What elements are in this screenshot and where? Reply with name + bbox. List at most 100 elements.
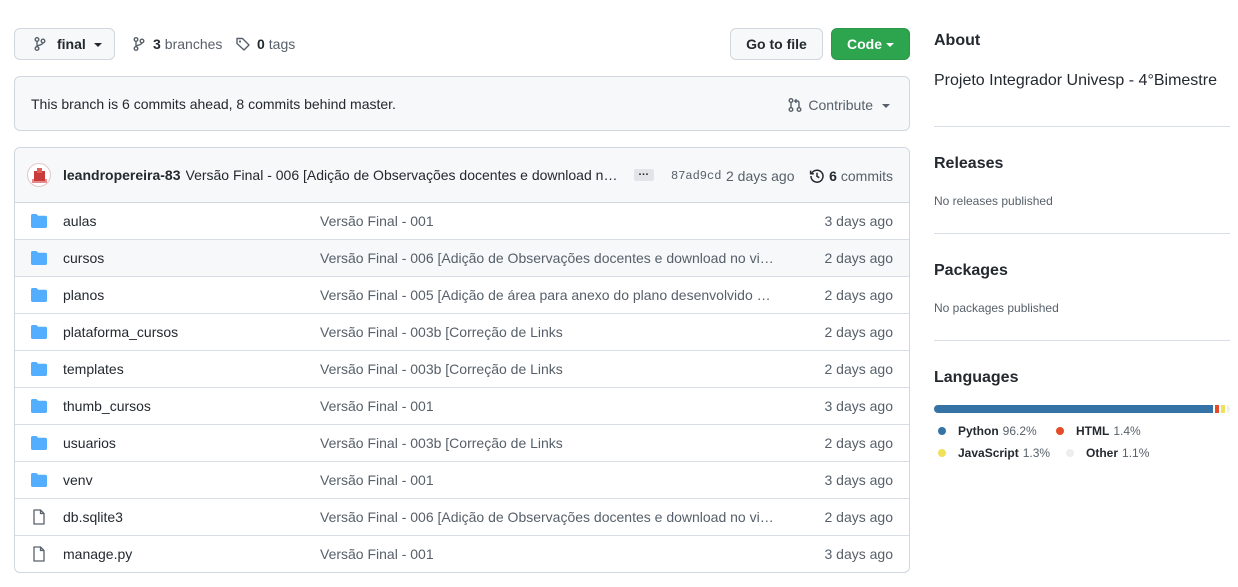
language-percent: 1.3%	[1022, 446, 1051, 460]
code-button-label: Code	[847, 36, 882, 52]
file-row-cursos[interactable]: cursos Versão Final - 006 [Adição de Obs…	[15, 240, 909, 277]
file-name-link[interactable]: templates	[63, 351, 124, 387]
file-icon	[31, 509, 47, 525]
language-bar-segment-javascript	[1221, 405, 1225, 413]
language-name: HTML	[1076, 424, 1110, 438]
language-percent: 1.1%	[1122, 446, 1150, 460]
file-commit-message-link[interactable]: Versão Final - 001	[320, 462, 775, 498]
expand-commit-message-button[interactable]: …	[633, 167, 654, 181]
releases-heading[interactable]: Releases	[934, 155, 1003, 173]
language-bar-segment-python	[934, 405, 1213, 413]
go-to-file-button[interactable]: Go to file	[730, 28, 823, 60]
file-commit-age: 3 days ago	[824, 213, 894, 229]
file-commit-message-link[interactable]: Versão Final - 006 [Adição de Observaçõe…	[320, 240, 775, 276]
divider	[934, 233, 1230, 234]
language-name: Other	[1086, 446, 1119, 460]
file-commit-age: 2 days ago	[824, 361, 894, 377]
language-color-dot	[938, 449, 946, 457]
code-button[interactable]: Code	[831, 28, 910, 60]
commits-history-link[interactable]: 6 commits	[809, 148, 893, 203]
tags-label: tags	[268, 36, 296, 52]
language-javascript[interactable]: JavaScript 1.3%	[938, 446, 1050, 460]
file-name-link[interactable]: usuarios	[63, 425, 116, 461]
tags-link[interactable]: 0 tags	[235, 28, 295, 60]
file-row-venv[interactable]: venv Versão Final - 001 3 days ago	[15, 462, 909, 499]
file-name-link[interactable]: db.sqlite3	[63, 499, 123, 535]
chevron-down-icon	[886, 43, 894, 47]
contribute-label: Contribute	[808, 96, 873, 113]
file-commit-message-link[interactable]: Versão Final - 003b [Correção de Links	[320, 351, 775, 387]
about-heading: About	[934, 32, 981, 49]
git-branch-icon	[32, 36, 48, 52]
branches-count: 3	[153, 36, 161, 52]
branches-label: branches	[164, 36, 223, 52]
folder-icon	[31, 325, 47, 339]
file-name-link[interactable]: planos	[63, 277, 104, 313]
language-python[interactable]: Python 96.2%	[938, 424, 1037, 438]
commit-count: 6	[829, 167, 837, 184]
file-name-link[interactable]: aulas	[63, 203, 96, 239]
file-row-aulas[interactable]: aulas Versão Final - 001 3 days ago	[15, 203, 909, 240]
file-commit-message-link[interactable]: Versão Final - 005 [Adição de área para …	[320, 277, 775, 313]
folder-icon	[31, 288, 47, 302]
file-name-link[interactable]: cursos	[63, 240, 104, 276]
branch-status-box: This branch is 6 commits ahead, 8 commit…	[14, 76, 910, 131]
language-bar-segment-html	[1215, 405, 1220, 413]
language-html[interactable]: HTML 1.4%	[1056, 424, 1141, 438]
file-name-link[interactable]: venv	[63, 462, 93, 498]
file-commit-message-link[interactable]: Versão Final - 001	[320, 203, 775, 239]
tags-count: 0	[257, 36, 265, 52]
folder-icon	[31, 251, 47, 265]
language-name: JavaScript	[958, 446, 1019, 460]
file-commit-message-link[interactable]: Versão Final - 006 [Adição de Observaçõe…	[320, 499, 775, 535]
file-commit-age: 2 days ago	[824, 250, 894, 266]
history-icon	[809, 168, 825, 184]
language-bar	[934, 405, 1230, 413]
about-description: Projeto Integrador Univesp - 4°Bimestre	[934, 72, 1217, 89]
commit-sha-link[interactable]: 87ad9cd	[671, 148, 721, 203]
packages-heading[interactable]: Packages	[934, 262, 1008, 280]
chevron-down-icon	[93, 43, 102, 47]
file-row-usuarios[interactable]: usuarios Versão Final - 003b [Correção d…	[15, 425, 909, 462]
file-row-plataforma-cursos[interactable]: plataforma_cursos Versão Final - 003b [C…	[15, 314, 909, 351]
chevron-down-icon	[882, 103, 890, 108]
languages-heading: Languages	[934, 369, 1019, 386]
folder-icon	[31, 473, 47, 487]
language-other[interactable]: Other 1.1%	[1066, 446, 1149, 460]
commit-message-link[interactable]: Versão Final - 006 [Adição de Observaçõe…	[186, 167, 621, 183]
file-commit-message-link[interactable]: Versão Final - 003b [Correção de Links	[320, 425, 775, 461]
language-percent: 1.4%	[1113, 424, 1141, 438]
file-row-manage-py[interactable]: manage.py Versão Final - 001 3 days ago	[15, 536, 909, 572]
file-commit-message-link[interactable]: Versão Final - 001	[320, 536, 775, 572]
file-commit-age: 2 days ago	[824, 287, 894, 303]
latest-commit-bar: leandropereira-83 Versão Final - 006 [Ad…	[15, 148, 909, 203]
divider	[934, 340, 1230, 341]
divider	[934, 126, 1230, 127]
file-commit-age: 3 days ago	[824, 546, 894, 562]
folder-icon	[31, 214, 47, 228]
packages-empty: No packages published	[934, 301, 1059, 315]
file-name-link[interactable]: thumb_cursos	[63, 388, 151, 424]
file-row-db-sqlite3[interactable]: db.sqlite3 Versão Final - 006 [Adição de…	[15, 499, 909, 536]
file-commit-message-link[interactable]: Versão Final - 003b [Correção de Links	[320, 314, 775, 350]
branches-link[interactable]: 3 branches	[131, 28, 222, 60]
file-row-templates[interactable]: templates Versão Final - 003b [Correção …	[15, 351, 909, 388]
file-row-planos[interactable]: planos Versão Final - 005 [Adição de áre…	[15, 277, 909, 314]
tag-icon	[235, 36, 251, 52]
contribute-button[interactable]: Contribute	[787, 77, 890, 132]
file-row-thumb-cursos[interactable]: thumb_cursos Versão Final - 001 3 days a…	[15, 388, 909, 425]
commit-count-label: commits	[840, 167, 893, 184]
language-color-dot	[1056, 427, 1064, 435]
language-bar-segment-other	[1226, 405, 1230, 413]
file-name-link[interactable]: plataforma_cursos	[63, 314, 178, 350]
file-name-link[interactable]: manage.py	[63, 536, 132, 572]
branch-select-button[interactable]: final	[14, 28, 115, 60]
releases-empty: No releases published	[934, 194, 1053, 208]
folder-icon	[31, 399, 47, 413]
file-icon	[31, 546, 47, 562]
avatar[interactable]	[27, 163, 51, 187]
file-commit-age: 2 days ago	[824, 324, 894, 340]
file-list: leandropereira-83 Versão Final - 006 [Ad…	[14, 147, 910, 573]
commit-author-link[interactable]: leandropereira-83	[63, 167, 181, 183]
file-commit-message-link[interactable]: Versão Final - 001	[320, 388, 775, 424]
